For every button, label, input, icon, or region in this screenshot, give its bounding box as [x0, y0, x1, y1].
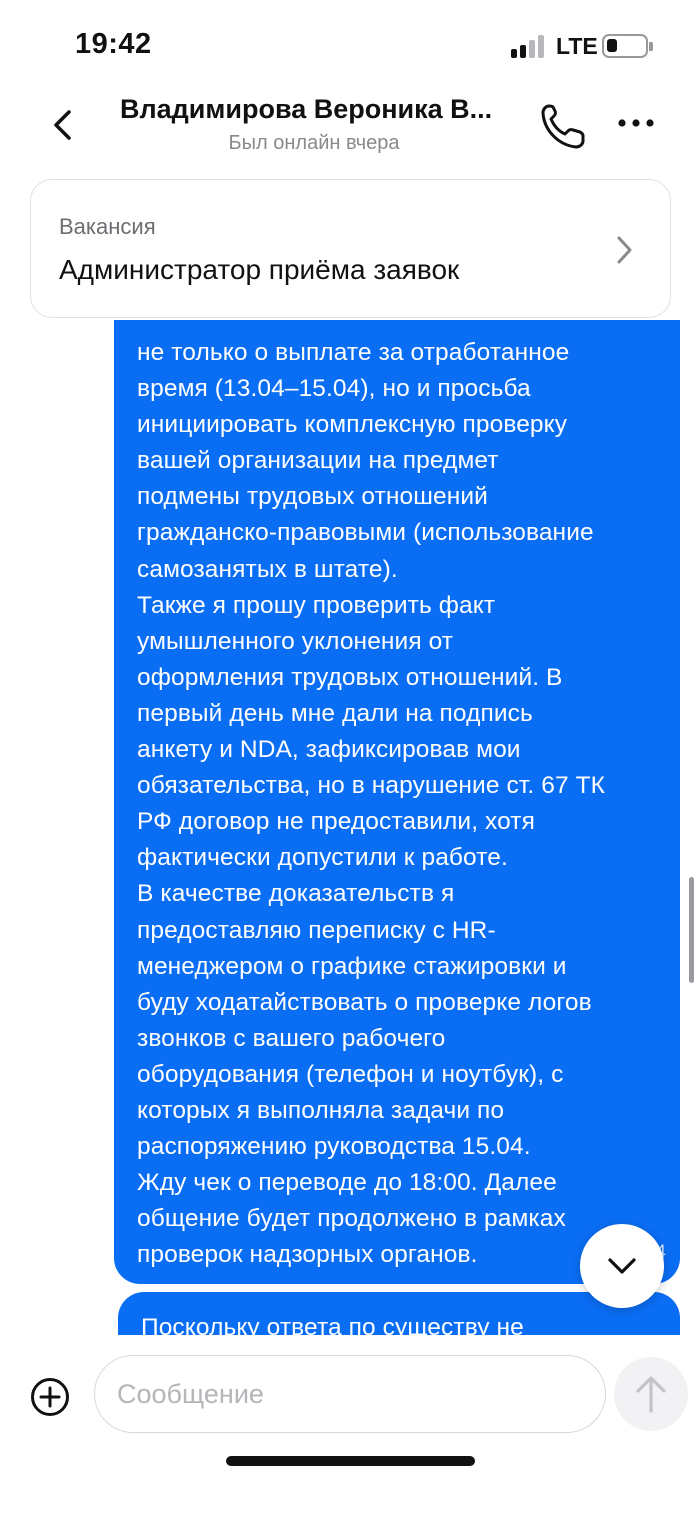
network-type: LTE — [556, 33, 598, 59]
vacancy-label: Вакансия — [59, 214, 156, 239]
scroll-down-button[interactable] — [580, 1224, 664, 1308]
status-bar: 19:42 LTE — [0, 0, 700, 90]
attach-button[interactable] — [30, 1377, 70, 1417]
status-time: 19:42 — [75, 28, 152, 60]
chevron-down-icon — [608, 1258, 636, 1274]
chevron-right-icon — [617, 236, 632, 264]
contact-name[interactable]: Владимирова Вероника В... — [120, 94, 520, 125]
battery-icon — [602, 34, 653, 58]
message-bubble-outgoing[interactable]: не только о выплате за отработанное врем… — [114, 320, 680, 1284]
more-button[interactable] — [614, 108, 658, 138]
phone-icon — [541, 104, 585, 149]
vacancy-title: Администратор приёма заявок — [59, 254, 460, 285]
composer — [0, 1335, 700, 1515]
message-input[interactable] — [94, 1355, 606, 1433]
scrollbar[interactable] — [689, 877, 694, 983]
message-list[interactable]: не только о выплате за отработанное врем… — [0, 320, 700, 1335]
chat-header: Владимирова Вероника В... Был онлайн вче… — [0, 90, 700, 172]
message-text: не только о выплате за отработанное врем… — [137, 339, 606, 1269]
send-button[interactable] — [614, 1357, 688, 1431]
more-horizontal-icon — [618, 119, 654, 127]
signal-icon — [511, 34, 549, 58]
online-status: Был онлайн вчера — [228, 132, 400, 154]
message-text: Поскольку ответа по существу не — [141, 1314, 524, 1335]
vacancy-card[interactable]: Вакансия Администратор приёма заявок — [30, 179, 671, 318]
arrow-up-icon — [636, 1376, 666, 1413]
plus-circle-icon — [31, 1378, 69, 1416]
home-indicator — [226, 1456, 475, 1466]
call-button[interactable] — [538, 100, 588, 152]
